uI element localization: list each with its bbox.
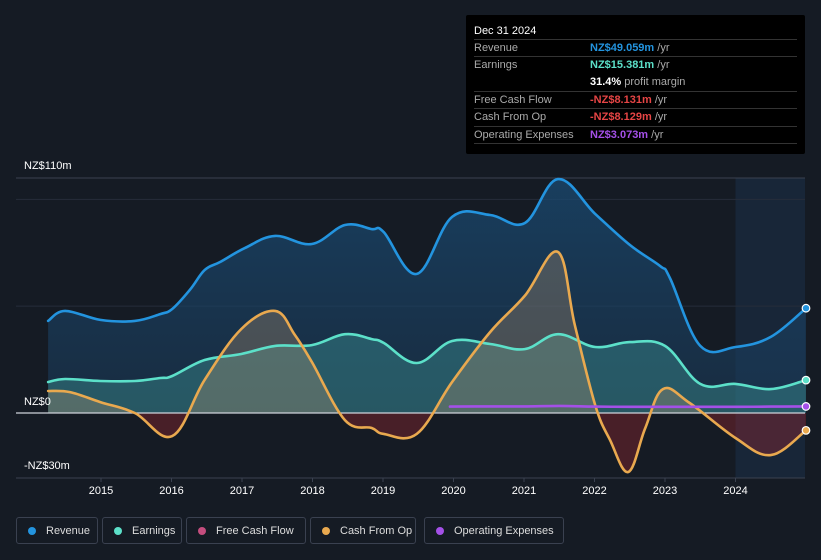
legend-dot-icon [198,526,206,535]
tooltip-value-text: -NZ$8.131m [590,93,652,106]
tooltip-value-text: NZ$49.059m [590,42,655,54]
x-tick-label: 2019 [370,485,396,497]
tooltip-date: Dec 31 2024 [474,25,537,37]
legend-dot-icon [28,526,36,535]
x-tick-label: 2023 [652,485,678,497]
tooltip-row: Earnings NZ$15.381m /yr [474,56,797,74]
tooltip-row-label: Cash From Op [474,111,547,124]
legend-label: Free Cash Flow [216,524,294,537]
legend-item-operating-expenses[interactable]: Operating Expenses [424,517,564,544]
tooltip-row: 31.4% profit margin [474,74,797,91]
legend-item-cash-from-op[interactable]: Cash From Op [310,517,416,544]
tooltip-row-label: Earnings [474,59,518,72]
tooltip-row-value: -NZ$8.131m /yr [590,94,667,106]
tooltip-value-text: NZ$15.381m [590,59,655,72]
tooltip-panel: Dec 31 2024 Revenue NZ$49.059m /yr Earning… [466,15,805,154]
legend-dot-icon [436,526,444,535]
tooltip-divider [474,142,797,144]
x-tick-label: 2020 [441,485,466,497]
tooltip-unit-text: profit margin [621,75,686,88]
tooltip-unit-text: /yr [651,111,668,124]
tooltip-value-text: -NZ$8.129m [590,111,652,124]
x-tick-label: 2021 [511,485,537,497]
legend-label: Operating Expenses [454,524,554,537]
tooltip-row-value: NZ$3.073m /yr [590,129,663,141]
tooltip-row-label: Revenue [474,42,519,54]
y-tick-label-top: NZ$110m [24,160,72,172]
tooltip-row: Revenue NZ$49.059m /yr [474,39,797,57]
tooltip-unit-text: /yr [651,93,668,106]
tooltip-unit-text: /yr [648,128,664,141]
y-tick-label-zero: NZ$0 [24,396,51,408]
legend-label: Revenue [46,524,91,537]
legend-item-free-cash-flow[interactable]: Free Cash Flow [186,517,306,544]
revenue-end-dot [801,303,811,313]
tooltip-row-value: 31.4% profit margin [590,76,685,88]
tooltip-row: Operating Expenses NZ$3.073m /yr [474,125,797,144]
tooltip-row: Cash From Op -NZ$8.129m /yr [474,108,797,126]
legend-dot-icon [114,526,122,535]
x-tick-label: 2022 [582,485,607,497]
tooltip-value-text: 31.4% [590,75,622,88]
x-tick-label: 2024 [723,485,748,497]
tooltip-unit-text: /yr [654,59,670,72]
earnings-end-dot [801,375,811,385]
x-tick-label: 2016 [159,485,184,497]
tooltip-row-label: Free Cash Flow [474,93,552,106]
tooltip-row-value: -NZ$8.129m /yr [590,111,667,123]
tooltip-row: Free Cash Flow -NZ$8.131m /yr [474,90,797,109]
tooltip-unit-text: /yr [654,42,670,54]
cash-from-op-end-dot [801,425,811,435]
y-tick-label-bottom: -NZ$30m [24,460,70,472]
legend-item-revenue[interactable]: Revenue [16,517,98,544]
tooltip-row-value: NZ$49.059m /yr [590,42,670,54]
legend-label: Cash From Op [340,524,413,537]
legend-item-earnings[interactable]: Earnings [102,517,182,544]
x-tick-label: 2015 [88,485,114,497]
x-tick-label: 2018 [300,485,325,497]
tooltip-row-value: NZ$15.381m /yr [590,59,670,71]
tooltip-value-text: NZ$3.073m [590,128,649,141]
operating-expenses-end-dot [801,402,811,411]
tooltip-row-label: Operating Expenses [474,128,574,141]
legend-dot-icon [322,526,330,535]
legend-label: Earnings [132,524,176,537]
operating-expenses-line [448,404,808,409]
x-tick-label: 2017 [229,485,255,497]
